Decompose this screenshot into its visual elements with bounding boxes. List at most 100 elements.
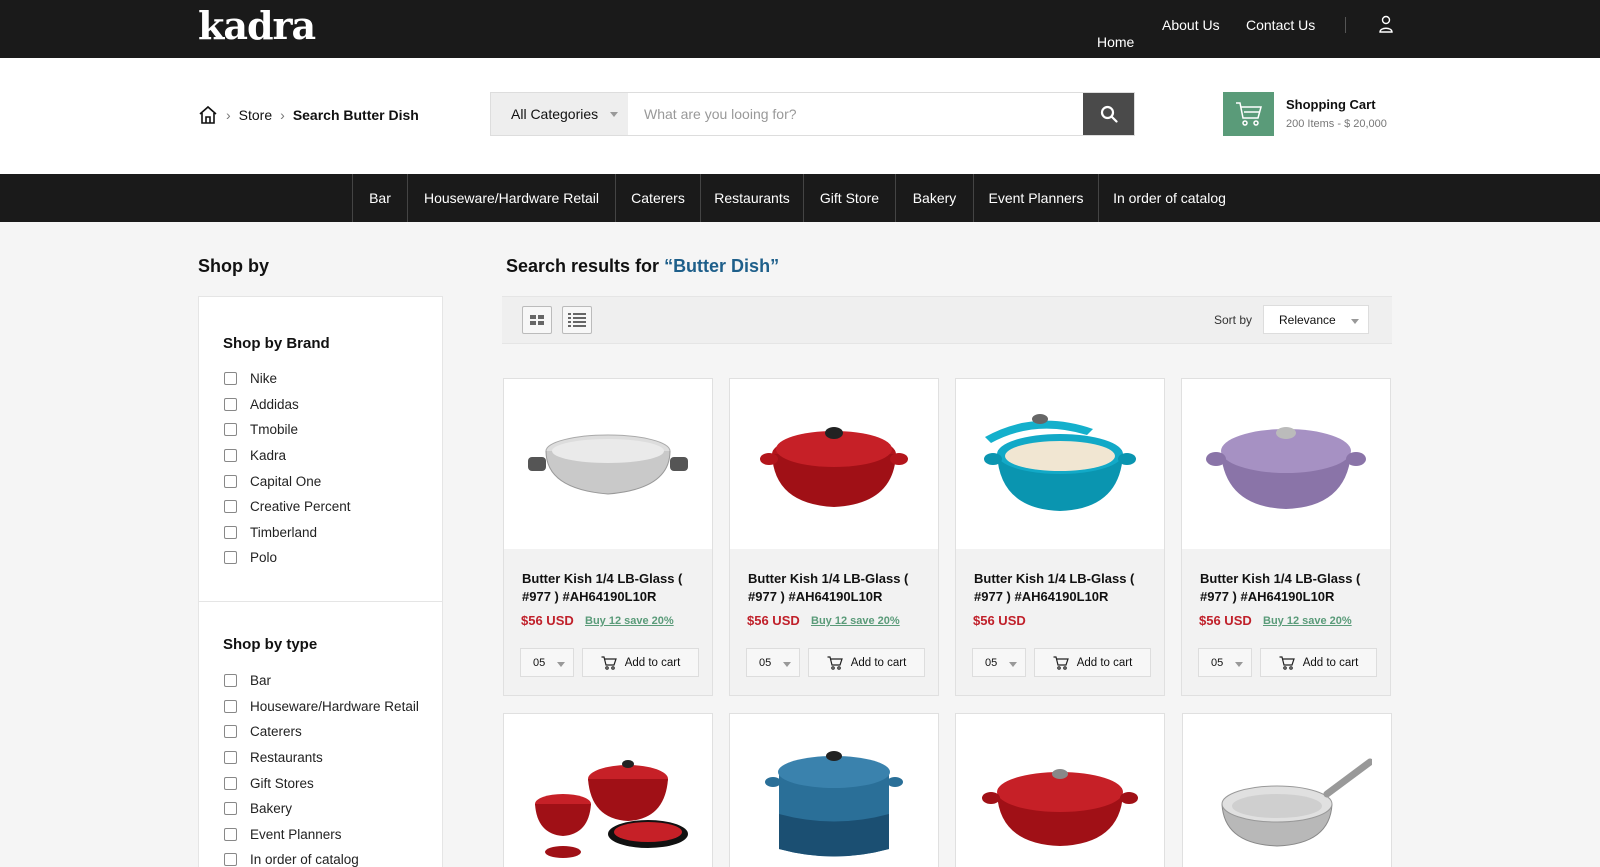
home-icon[interactable] <box>198 105 218 125</box>
product-card[interactable]: Butter Kish 1/4 LB-Glass ( #977 ) #AH641… <box>955 378 1165 696</box>
type-filter-item[interactable]: Bakery <box>224 796 419 822</box>
product-image[interactable] <box>730 379 938 549</box>
product-image[interactable] <box>504 714 712 867</box>
product-image[interactable] <box>1182 379 1390 549</box>
checkbox[interactable] <box>224 699 237 713</box>
brand-filter-item[interactable]: Kadra <box>224 443 351 469</box>
product-card[interactable]: Butter Kish 1/4 LB-Glass ( #977 ) #AH641… <box>503 378 713 696</box>
category-tab-gift-store[interactable]: Gift Store <box>803 174 895 222</box>
category-tab-caterers[interactable]: Caterers <box>615 174 700 222</box>
bulk-deal-link[interactable]: Buy 12 save 20% <box>1263 615 1352 627</box>
grid-view-button[interactable] <box>522 306 552 334</box>
brand-filter-item[interactable]: Timberland <box>224 520 351 546</box>
category-tab-event-planners[interactable]: Event Planners <box>973 174 1098 222</box>
product-card[interactable] <box>729 713 939 867</box>
product-image[interactable] <box>956 379 1164 549</box>
caret-down-icon <box>557 662 565 667</box>
add-to-cart-label: Add to cart <box>624 656 681 669</box>
list-icon <box>568 313 586 327</box>
filter-label: Tmobile <box>250 422 299 438</box>
category-tab-bakery[interactable]: Bakery <box>895 174 973 222</box>
breadcrumb-store[interactable]: Store <box>239 107 272 123</box>
checkbox[interactable] <box>224 725 237 739</box>
category-tab-restaurants[interactable]: Restaurants <box>700 174 803 222</box>
category-tab-houseware[interactable]: Houseware/Hardware Retail <box>407 174 615 222</box>
results-prefix: Search results for <box>506 256 665 276</box>
type-filter-item[interactable]: In order of catalog <box>224 847 419 867</box>
product-image[interactable] <box>504 379 712 549</box>
cart-icon <box>601 655 617 670</box>
quantity-select[interactable]: 05 <box>520 648 574 677</box>
category-tab-bar[interactable]: Bar <box>352 174 407 222</box>
results-toolbar: Sort by Relevance <box>502 296 1392 344</box>
product-card[interactable] <box>955 713 1165 867</box>
checkbox[interactable] <box>224 776 237 790</box>
add-to-cart-button[interactable]: Add to cart <box>808 648 925 677</box>
logo[interactable]: kadraKITCHENWARE <box>198 6 316 65</box>
checkbox[interactable] <box>224 802 237 816</box>
product-name[interactable]: Butter Kish 1/4 LB-Glass ( #977 ) #AH641… <box>522 570 707 606</box>
steel-saute-pan-image <box>1221 758 1372 847</box>
type-filter-item[interactable]: Gift Stores <box>224 770 419 796</box>
quantity-select[interactable]: 05 <box>972 648 1026 677</box>
list-view-button[interactable] <box>562 306 592 334</box>
checkbox[interactable] <box>224 500 237 514</box>
product-image[interactable] <box>1183 714 1391 867</box>
type-filter-item[interactable]: Bar <box>224 668 419 694</box>
bulk-deal-link[interactable]: Buy 12 save 20% <box>585 615 674 627</box>
checkbox[interactable] <box>224 551 237 565</box>
category-nav: Bar Houseware/Hardware Retail Caterers R… <box>0 174 1600 222</box>
checkbox[interactable] <box>224 853 237 867</box>
type-filter-item[interactable]: Caterers <box>224 719 419 745</box>
nav-about-us[interactable]: About Us <box>1162 17 1220 33</box>
brand-filter-item[interactable]: Capital One <box>224 468 351 494</box>
nav-contact-us[interactable]: Contact Us <box>1246 17 1315 33</box>
checkbox[interactable] <box>224 474 237 488</box>
product-card[interactable] <box>503 713 713 867</box>
type-filter-heading: Shop by type <box>223 636 318 653</box>
brand-filter-item[interactable]: Polo <box>224 545 351 571</box>
category-tab-catalog-order[interactable]: In order of catalog <box>1098 174 1240 222</box>
product-name[interactable]: Butter Kish 1/4 LB-Glass ( #977 ) #AH641… <box>748 570 933 606</box>
quantity-value: 05 <box>533 656 546 669</box>
quantity-select[interactable]: 05 <box>746 648 800 677</box>
results-title: Search results for “Butter Dish” <box>506 256 779 277</box>
checkbox[interactable] <box>224 525 237 539</box>
product-card[interactable]: Butter Kish 1/4 LB-Glass ( #977 ) #AH641… <box>1181 378 1391 696</box>
product-name[interactable]: Butter Kish 1/4 LB-Glass ( #977 ) #AH641… <box>1200 570 1385 606</box>
add-to-cart-button[interactable]: Add to cart <box>582 648 699 677</box>
search-button[interactable] <box>1083 93 1134 135</box>
type-filter-item[interactable]: Restaurants <box>224 745 419 771</box>
filter-label: Creative Percent <box>250 499 351 515</box>
product-image[interactable] <box>730 714 938 867</box>
checkbox[interactable] <box>224 674 237 688</box>
sort-select[interactable]: Relevance <box>1263 305 1369 334</box>
add-to-cart-button[interactable]: Add to cart <box>1260 648 1377 677</box>
brand-filter-item[interactable]: Creative Percent <box>224 494 351 520</box>
quantity-select[interactable]: 05 <box>1198 648 1252 677</box>
checkbox[interactable] <box>224 397 237 411</box>
type-filter-item[interactable]: Event Planners <box>224 822 419 848</box>
add-to-cart-button[interactable]: Add to cart <box>1034 648 1151 677</box>
product-name[interactable]: Butter Kish 1/4 LB-Glass ( #977 ) #AH641… <box>974 570 1159 606</box>
bulk-deal-link[interactable]: Buy 12 save 20% <box>811 615 900 627</box>
filter-label: Nike <box>250 371 278 387</box>
brand-filter-item[interactable]: Addidas <box>224 392 351 418</box>
checkbox[interactable] <box>224 449 237 463</box>
category-select[interactable]: All Categories <box>491 93 628 135</box>
brand-filter-item[interactable]: Nike <box>224 366 351 392</box>
type-filter-item[interactable]: Houseware/Hardware Retail <box>224 694 419 720</box>
search-input[interactable] <box>628 93 1083 135</box>
cart-title[interactable]: Shopping Cart <box>1286 97 1376 112</box>
product-card[interactable]: Butter Kish 1/4 LB-Glass ( #977 ) #AH641… <box>729 378 939 696</box>
cart-button[interactable] <box>1223 92 1274 136</box>
checkbox[interactable] <box>224 751 237 765</box>
user-icon[interactable] <box>1378 15 1394 33</box>
checkbox[interactable] <box>224 827 237 841</box>
brand-filter-item[interactable]: Tmobile <box>224 417 351 443</box>
sidebar-divider <box>199 601 442 602</box>
product-card[interactable] <box>1182 713 1392 867</box>
checkbox[interactable] <box>224 372 237 386</box>
product-image[interactable] <box>956 714 1164 867</box>
checkbox[interactable] <box>224 423 237 437</box>
